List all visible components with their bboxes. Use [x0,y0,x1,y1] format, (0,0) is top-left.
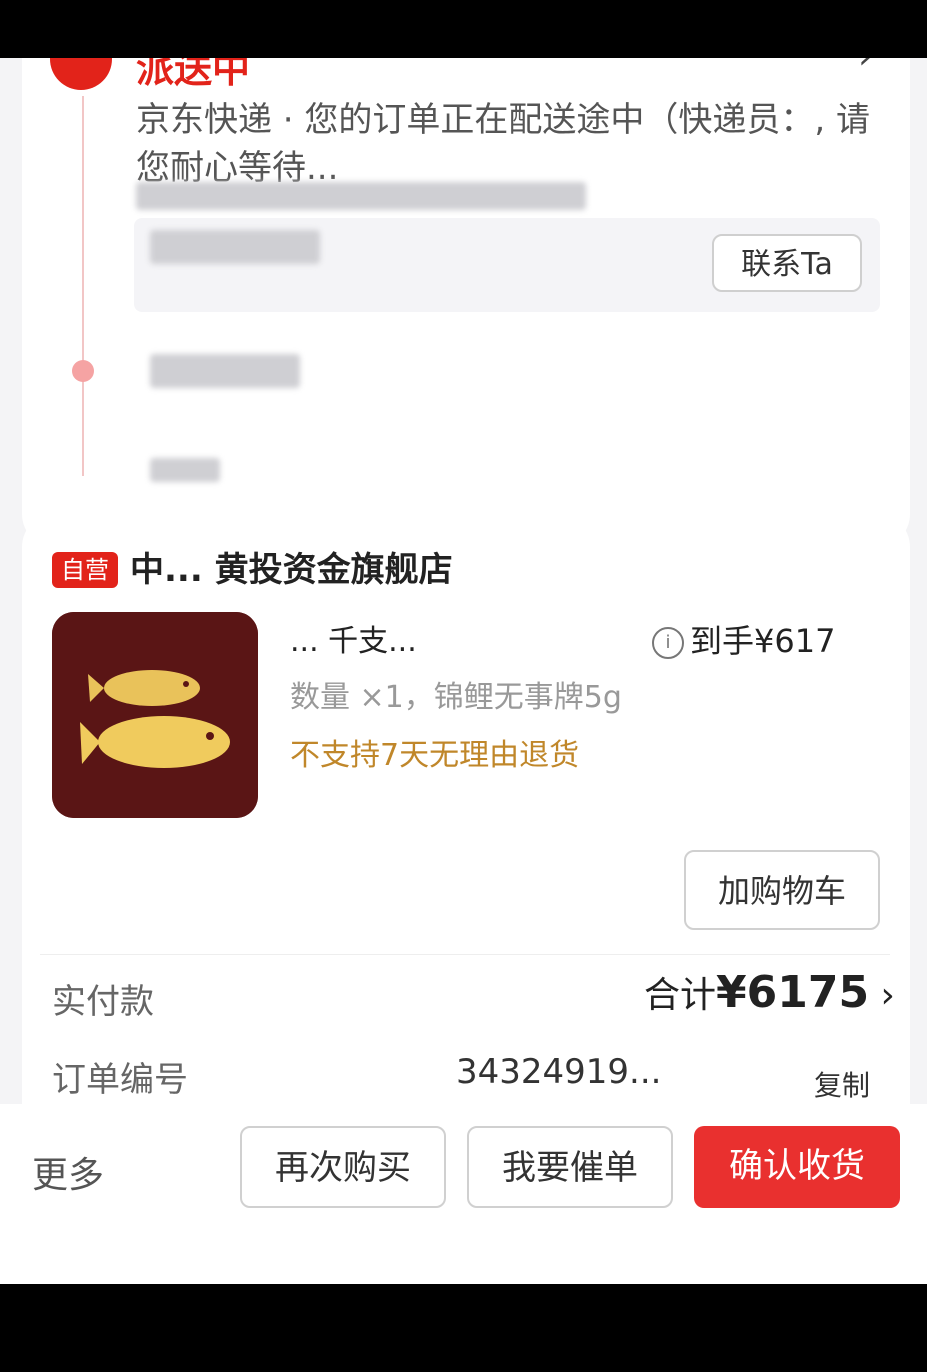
delivery-message: 京东快递 · 您的订单正在配送途中（快递员：, 请您耐心等待... [136,100,871,188]
contact-courier-button[interactable]: 联系Ta [712,234,862,292]
redacted-courier-name [150,230,320,264]
return-policy-note: 不支持7天无理由退货 [290,738,580,773]
bottom-bar [0,1284,927,1372]
order-number-value: 34324919... [456,1052,662,1092]
copy-order-number-button[interactable]: 复制 [814,1064,870,1104]
chevron-right-icon: › [880,975,895,1016]
total-value: ¥6175 [716,967,870,1018]
total-amount[interactable]: 合计¥6175 › [644,966,895,1018]
top-bar [0,0,927,58]
gold-koi-image [52,612,258,818]
final-price-text: 到手¥617 [690,622,836,660]
total-prefix: 合计 [644,975,717,1016]
more-button[interactable]: 更多 [32,1146,104,1198]
confirm-receipt-button[interactable]: 确认收货 [694,1126,900,1208]
add-to-cart-button[interactable]: 加购物车 [684,850,880,930]
info-icon[interactable]: i [652,627,684,659]
product-image[interactable] [52,612,258,818]
final-price: i 到手¥617 [652,616,835,662]
timeline-dot [72,360,94,382]
timeline-line [82,96,84,476]
store-name[interactable]: 中... 黄投资金旗舰店 [130,542,453,591]
order-detail-screen: 派送中 › 京东快递 · 您的订单正在配送途中（快递员：, 请您耐心等待... … [0,58,927,1284]
delivery-status-title: 派送中 [136,58,251,91]
quantity-spec: 数量 ×1，锦鲤无事牌5g [290,680,622,715]
redacted-courier-info [136,182,586,210]
urge-order-button[interactable]: 我要催单 [467,1126,673,1208]
buy-again-button[interactable]: 再次购买 [240,1126,446,1208]
redacted-timeline-item [150,354,300,388]
order-number-label: 订单编号 [52,1060,188,1100]
divider [40,954,890,955]
self-operated-badge: 自营 [52,552,118,588]
redacted-timeline-item-2 [150,458,220,482]
paid-label: 实付款 [52,982,154,1022]
chevron-right-icon[interactable]: › [858,58,872,77]
product-title[interactable]: ... 千支... [290,616,417,660]
